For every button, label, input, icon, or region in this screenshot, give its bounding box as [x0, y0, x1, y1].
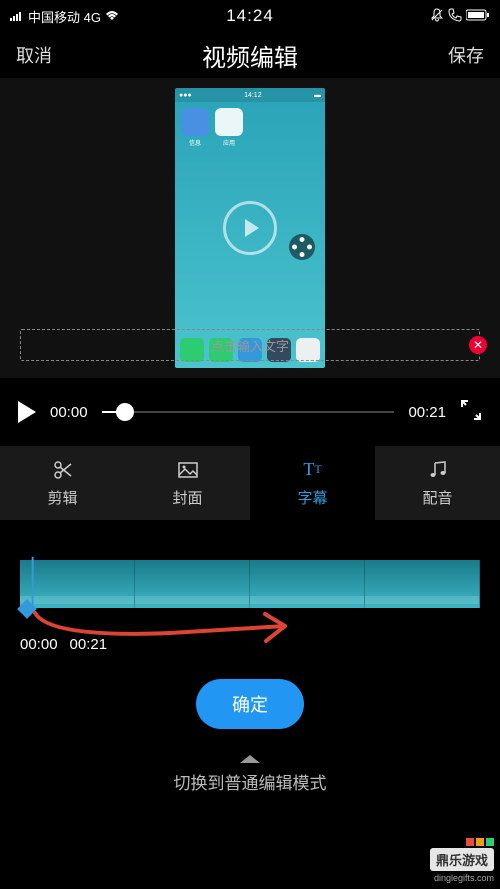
- wifi-icon: [105, 9, 119, 24]
- tab-subtitle[interactable]: TT 字幕: [250, 446, 375, 520]
- watermark-logo-icon: [466, 838, 494, 846]
- play-overlay-icon: [223, 201, 277, 255]
- status-left: 中国移动 4G: [10, 7, 119, 26]
- watermark: 鼎乐游戏 dinglegifts.com: [430, 838, 494, 883]
- tab-music[interactable]: 配音: [375, 446, 500, 520]
- thumbnail: [250, 560, 365, 608]
- text-icon: TT: [302, 459, 324, 481]
- app-icon: [181, 108, 209, 136]
- play-button[interactable]: [18, 401, 36, 423]
- thumbnail: [20, 560, 135, 608]
- tab-cover[interactable]: 封面: [125, 446, 250, 520]
- save-button[interactable]: 保存: [448, 42, 484, 68]
- tab-label: 封面: [172, 487, 202, 508]
- video-frame: ●●●14:12▬ 信息 应用: [175, 88, 325, 368]
- joystick-icon: [289, 234, 315, 260]
- battery-icon: [466, 9, 490, 24]
- tab-label: 字幕: [297, 487, 327, 508]
- video-preview[interactable]: ●●●14:12▬ 信息 应用 点击输入文字 ✕: [0, 78, 500, 378]
- header: 取消 视频编辑 保存: [0, 32, 500, 78]
- tab-label: 配音: [422, 487, 452, 508]
- editor-tabs: 剪辑 封面 TT 字幕 配音: [0, 446, 500, 520]
- scissors-icon: [52, 459, 74, 481]
- subtitle-placeholder: 点击输入文字: [211, 336, 289, 355]
- bell-icon: [430, 8, 444, 25]
- status-time: 14:24: [226, 6, 274, 26]
- cancel-button[interactable]: 取消: [16, 42, 52, 68]
- app-icon: [215, 108, 243, 136]
- annotation-arrow-icon: [30, 608, 310, 648]
- watermark-url: dinglegifts.com: [434, 873, 494, 883]
- status-bar: 中国移动 4G 14:24: [0, 0, 500, 32]
- phone-icon: [448, 8, 462, 25]
- image-icon: [177, 459, 199, 481]
- fullscreen-icon[interactable]: [460, 399, 482, 426]
- watermark-name: 鼎乐游戏: [436, 850, 488, 869]
- chevron-up-icon: [240, 755, 260, 763]
- switch-mode-button[interactable]: 切换到普通编辑模式: [20, 755, 480, 794]
- timeline-thumbnails[interactable]: [20, 560, 480, 608]
- confirm-button[interactable]: 确定: [196, 679, 304, 729]
- slider-thumb[interactable]: [116, 403, 134, 421]
- subtitle-text-input[interactable]: 点击输入文字 ✕: [20, 329, 480, 361]
- tab-label: 剪辑: [47, 487, 77, 508]
- tab-trim[interactable]: 剪辑: [0, 446, 125, 520]
- signal-icon: [10, 9, 24, 24]
- player-controls: 00:00 00:21: [0, 378, 500, 446]
- status-right: [430, 8, 490, 25]
- carrier-label: 中国移动 4G: [28, 7, 101, 26]
- duration-time: 00:21: [408, 404, 446, 421]
- close-icon[interactable]: ✕: [469, 336, 487, 354]
- thumbnail: [135, 560, 250, 608]
- page-title: 视频编辑: [202, 38, 298, 73]
- thumbnail: [365, 560, 480, 608]
- timeline: 00:00 00:21 确定 切换到普通编辑模式: [0, 520, 500, 814]
- current-time: 00:00: [50, 404, 88, 421]
- music-icon: [427, 459, 449, 481]
- progress-slider[interactable]: [102, 411, 395, 413]
